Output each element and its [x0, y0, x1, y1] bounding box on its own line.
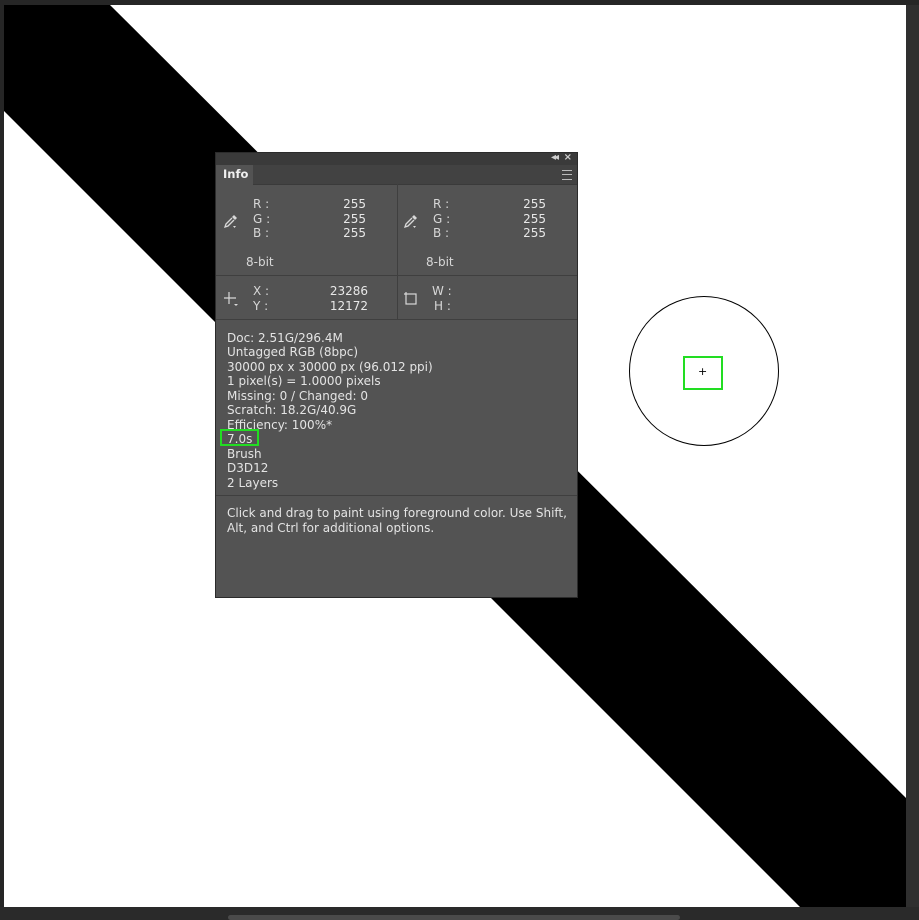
- r-label-left: R :: [253, 197, 270, 211]
- color-readout-section: R : G : B : 255 255 255 8-bit R : G : B …: [216, 184, 577, 276]
- vertical-scrollbar[interactable]: [906, 5, 919, 907]
- b-label-right: B :: [433, 226, 450, 240]
- selection-icon: [403, 291, 419, 307]
- pixel-ratio: 1 pixel(s) = 1.0000 pixels: [227, 374, 381, 388]
- h-label: H :: [434, 299, 451, 313]
- timing-highlight-box: [220, 429, 259, 446]
- color-profile: Untagged RGB (8bpc): [227, 345, 359, 359]
- collapse-icon[interactable]: ◂◂: [551, 152, 559, 163]
- eyedropper-icon[interactable]: [403, 213, 419, 229]
- missing-changed: Missing: 0 / Changed: 0: [227, 389, 368, 403]
- coordinate-section: X : Y : 23286 12172 W : H :: [216, 275, 577, 320]
- bit-depth-left: 8-bit: [246, 255, 274, 269]
- close-icon[interactable]: ×: [564, 152, 572, 163]
- eyedropper-icon[interactable]: [223, 213, 239, 229]
- g-value-left: 255: [343, 212, 366, 226]
- crosshair-icon: [223, 291, 239, 307]
- y-label: Y :: [253, 299, 269, 313]
- b-value-left: 255: [343, 226, 366, 240]
- g-label-right: G :: [433, 212, 451, 226]
- current-tool: Brush: [227, 447, 262, 461]
- tab-info[interactable]: Info: [216, 165, 253, 185]
- r-value-left: 255: [343, 197, 366, 211]
- section-divider: [397, 184, 398, 275]
- r-label-right: R :: [433, 197, 450, 211]
- section-divider: [397, 275, 398, 319]
- g-value-right: 255: [523, 212, 546, 226]
- document-dimensions: 30000 px x 30000 px (96.012 ppi): [227, 360, 433, 374]
- b-label-left: B :: [253, 226, 270, 240]
- scratch-sizes: Scratch: 18.2G/40.9G: [227, 403, 357, 417]
- y-value: 12172: [329, 299, 368, 313]
- tool-hint-text: Click and drag to paint using foreground…: [227, 506, 567, 535]
- hamburger-icon[interactable]: [562, 170, 572, 180]
- document-info-section: Doc: 2.51G/296.4M Untagged RGB (8bpc) 30…: [216, 319, 577, 496]
- x-value: 23286: [329, 284, 368, 298]
- crosshair-cursor-icon: +: [698, 365, 708, 378]
- renderer: D3D12: [227, 461, 269, 475]
- x-label: X :: [253, 284, 270, 298]
- layer-count: 2 Layers: [227, 476, 279, 490]
- w-label: W :: [432, 284, 452, 298]
- panel-titlebar[interactable]: ◂◂ ×: [216, 152, 577, 165]
- bit-depth-right: 8-bit: [426, 255, 454, 269]
- horizontal-scroll-thumb[interactable]: [228, 915, 680, 920]
- doc-size: Doc: 2.51G/296.4M: [227, 331, 343, 345]
- info-panel: ◂◂ × Info R : G : B : 255 255 255 8-bit: [215, 152, 578, 598]
- b-value-right: 255: [523, 226, 546, 240]
- panel-tab-bar: Info: [216, 165, 577, 185]
- r-value-right: 255: [523, 197, 546, 211]
- g-label-left: G :: [253, 212, 271, 226]
